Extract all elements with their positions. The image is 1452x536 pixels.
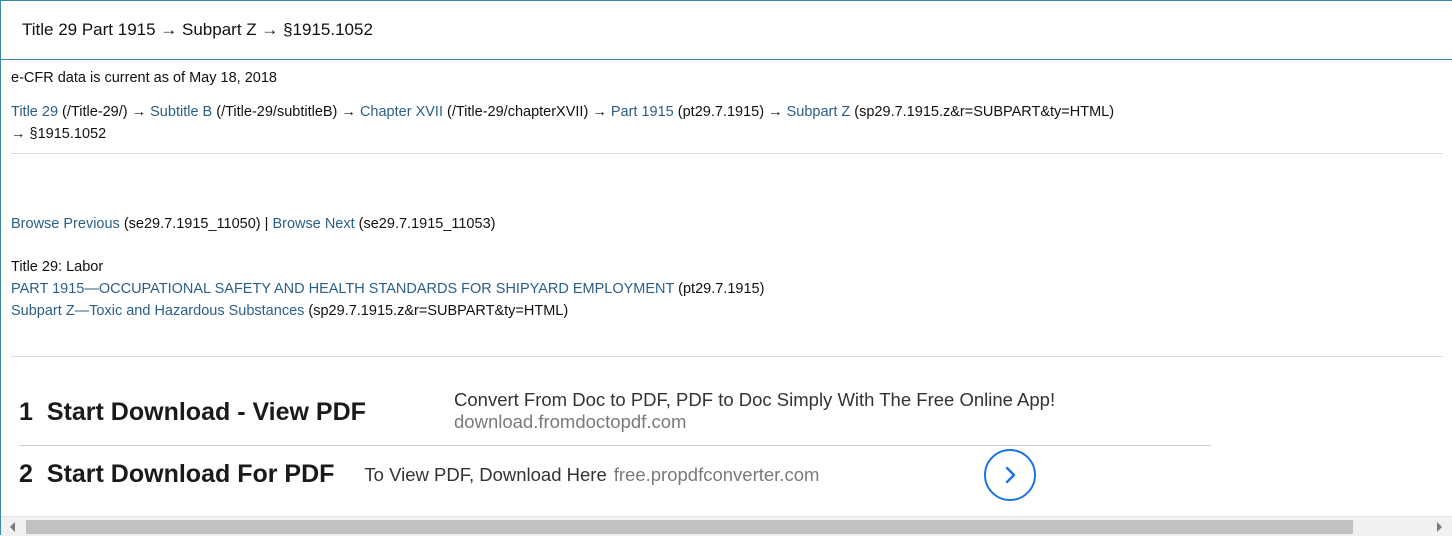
breadcrumb-path: (sp29.7.1915.z&r=SUBPART&ty=HTML) [850, 104, 1115, 120]
part-line: PART 1915—OCCUPATIONAL SAFETY AND HEALTH… [11, 278, 764, 300]
horizontal-scrollbar[interactable] [1, 516, 1452, 536]
breadcrumb-subpart-z[interactable]: Subpart Z [787, 104, 851, 120]
part-ref: (pt29.7.1915) [674, 281, 765, 297]
scrollbar-thumb[interactable] [26, 520, 1353, 534]
browse-previous-ref: (se29.7.1915_11050) | [119, 216, 273, 232]
cfr-panel: Title 29 Part 1915 → Subpart Z → §1915.1… [0, 0, 1452, 536]
chevron-right-icon [1005, 466, 1016, 484]
breadcrumb-tail: → §1915.1052 [11, 126, 107, 142]
ad-item[interactable]: 1 Start Download - View PDF [19, 398, 366, 427]
breadcrumb-path: (/Title-29/chapterXVII) → [442, 104, 611, 120]
current-as-of: e-CFR data is current as of May 18, 2018 [11, 70, 277, 86]
breadcrumb-path: (/Title-29/) → [58, 104, 151, 120]
breadcrumb: Title 29 (/Title-29/) → Subtitle B (/Tit… [11, 101, 1114, 123]
subpart-z-link[interactable]: Subpart Z—Toxic and Hazardous Substances [11, 303, 304, 319]
subpart-ref: (sp29.7.1915.z&r=SUBPART&ty=HTML) [304, 303, 569, 319]
browse-next-link[interactable]: Browse Next [272, 216, 354, 232]
breadcrumb-title-29[interactable]: Title 29 [11, 104, 58, 120]
browse-next-ref: (se29.7.1915_11053) [354, 216, 496, 232]
ad-divider [19, 445, 1211, 446]
ad-number: 2 [19, 460, 33, 488]
browse-previous-link[interactable]: Browse Previous [11, 216, 120, 232]
divider [11, 153, 1443, 154]
title-label: Title 29: Labor [11, 259, 104, 275]
subpart-line: Subpart Z—Toxic and Hazardous Substances… [11, 300, 568, 322]
ad-url[interactable]: free.propdfconverter.com [614, 464, 820, 486]
breadcrumb-path: (pt29.7.1915) → [673, 104, 787, 120]
breadcrumb-part-1915[interactable]: Part 1915 [611, 104, 674, 120]
page-title: Title 29 Part 1915 → Subpart Z → §1915.1… [22, 20, 373, 39]
ad-title[interactable]: Start Download For PDF [47, 460, 335, 489]
part-1915-link[interactable]: PART 1915—OCCUPATIONAL SAFETY AND HEALTH… [11, 281, 674, 297]
breadcrumb-subtitle-b[interactable]: Subtitle B [150, 104, 212, 120]
breadcrumb-path: (/Title-29/subtitleB) → [212, 104, 360, 120]
ad-description: Convert From Doc to PDF, PDF to Doc Simp… [454, 389, 1056, 410]
content-area: e-CFR data is current as of May 18, 2018… [1, 60, 1452, 516]
ad-url[interactable]: download.fromdoctopdf.com [454, 411, 1055, 433]
breadcrumb-chapter-xvii[interactable]: Chapter XVII [360, 104, 443, 120]
ad-text[interactable]: Convert From Doc to PDF, PDF to Doc Simp… [454, 389, 1055, 433]
ad-number: 1 [19, 398, 33, 426]
scroll-right-arrow[interactable] [1437, 522, 1442, 532]
scroll-left-arrow[interactable] [10, 522, 15, 532]
ad-description: To View PDF, Download Here [364, 463, 607, 485]
panel-heading: Title 29 Part 1915 → Subpart Z → §1915.1… [1, 1, 1452, 60]
ad-arrow-button[interactable] [984, 449, 1036, 501]
divider [11, 356, 1443, 357]
browse-nav: Browse Previous (se29.7.1915_11050) | Br… [11, 213, 495, 235]
ad-title[interactable]: Start Download - View PDF [47, 398, 366, 427]
ad-item[interactable]: 2 Start Download For PDF To View PDF, Do… [19, 460, 819, 489]
